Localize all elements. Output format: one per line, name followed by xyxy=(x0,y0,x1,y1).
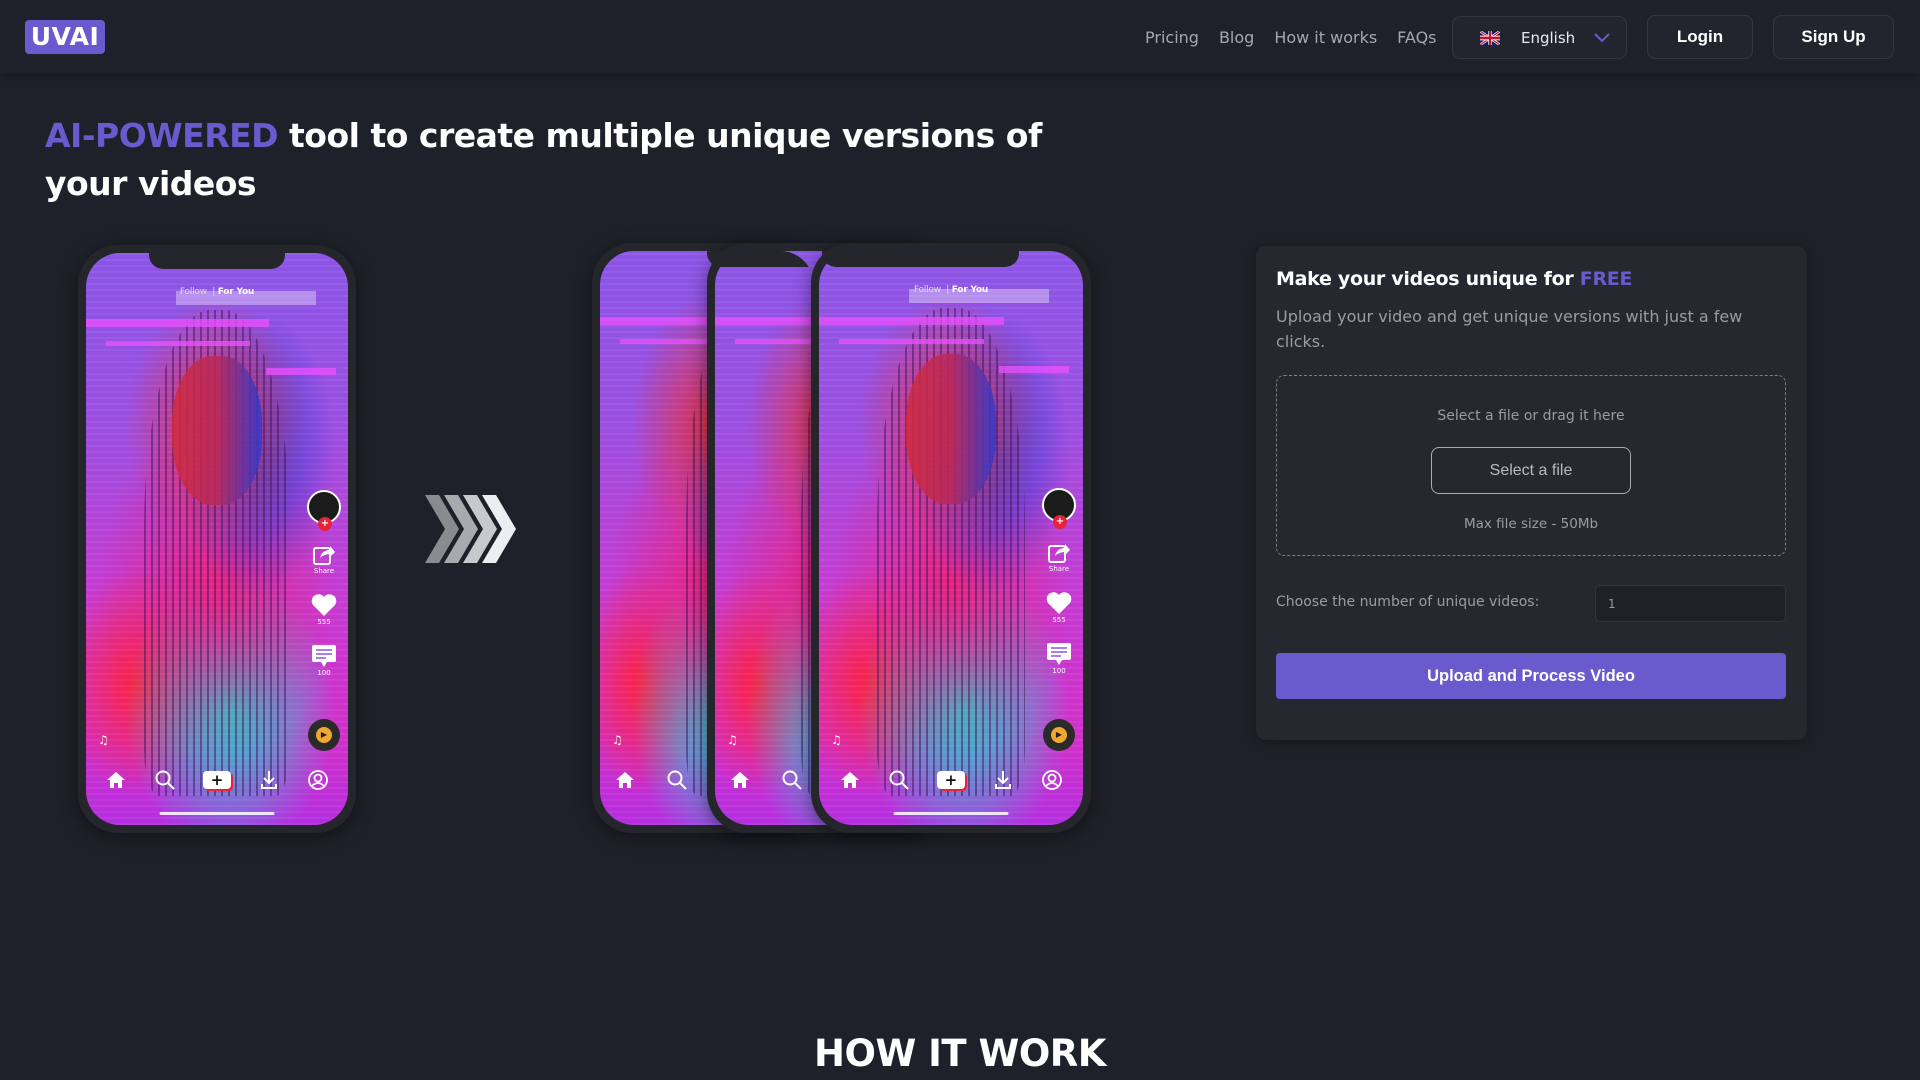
home-indicator xyxy=(893,812,1009,815)
profile-icon xyxy=(1042,770,1063,790)
nav-faqs[interactable]: FAQs xyxy=(1397,28,1436,47)
music-note-icon: ♫ xyxy=(612,733,623,747)
video-image-face xyxy=(172,355,262,505)
comment-icon xyxy=(1047,643,1071,665)
home-icon xyxy=(731,772,749,788)
hero-headline: AI-POWERED tool to create multiple uniqu… xyxy=(45,112,1045,208)
follow-plus-icon: + xyxy=(318,517,332,531)
video-preview: Follow | For You + Share 555 100 ♫ ▶ + xyxy=(86,253,348,825)
glitch-line xyxy=(999,366,1069,373)
tab-for-you: For You xyxy=(951,285,989,295)
nav-pricing[interactable]: Pricing xyxy=(1145,28,1199,47)
share-icon xyxy=(1048,544,1070,563)
video-image-face xyxy=(906,354,996,504)
side-actions: + Share 555 100 xyxy=(1041,488,1077,675)
chevron-down-icon xyxy=(1594,32,1610,42)
download-icon xyxy=(260,771,277,789)
search-icon xyxy=(155,770,175,790)
how-it-works-heading: HOW IT WORK xyxy=(814,1032,1106,1075)
comments-count: 100 xyxy=(317,669,331,677)
nav-blog[interactable]: Blog xyxy=(1219,28,1254,47)
card-title-accent: FREE xyxy=(1579,268,1633,290)
glitch-line xyxy=(86,319,270,327)
avatar: + xyxy=(307,490,341,531)
music-disc-icon: ▶ xyxy=(308,719,340,751)
share-label: Share xyxy=(1048,565,1070,573)
likes-count: 555 xyxy=(317,618,331,626)
side-actions: + Share 555 100 xyxy=(306,490,342,677)
create-plus-icon: + xyxy=(936,771,965,789)
upload-process-button[interactable]: Upload and Process Video xyxy=(1276,653,1786,699)
glitch-line xyxy=(839,339,985,344)
music-disc-icon: ▶ xyxy=(1043,719,1075,751)
logo[interactable]: UVAI xyxy=(25,20,105,54)
follow-plus-icon: + xyxy=(1053,515,1067,529)
file-dropzone[interactable]: Select a file or drag it here Select a f… xyxy=(1276,375,1786,556)
chevrons-right-icon xyxy=(425,495,516,563)
download-icon xyxy=(995,771,1012,789)
headline-accent: AI-POWERED xyxy=(45,116,279,155)
glitch-line xyxy=(106,341,251,346)
card-subtitle: Upload your video and get unique version… xyxy=(1276,307,1743,351)
avatar: + xyxy=(1042,488,1076,529)
tab-follow: Follow xyxy=(179,287,207,297)
profile-icon xyxy=(307,770,328,790)
feed-tabs: Follow | For You xyxy=(179,287,255,297)
nav-how-it-works[interactable]: How it works xyxy=(1274,28,1377,47)
create-plus-icon: + xyxy=(202,771,231,789)
phone-notch xyxy=(149,253,285,269)
share-label: Share xyxy=(313,567,335,575)
phone-notch xyxy=(883,251,1019,267)
card-title-text: Make your videos unique for xyxy=(1276,268,1580,290)
unique-version-phone-3: Follow | For You + Share 555 100 ♫ ▶ + xyxy=(811,243,1091,833)
phone-notch xyxy=(707,251,814,267)
max-file-size: Max file size - 50Mb xyxy=(1463,516,1599,532)
comment-icon xyxy=(312,645,336,667)
main-nav: Pricing Blog How it works FAQs xyxy=(1145,0,1457,74)
site-header: UVAI Pricing Blog How it works FAQs Engl… xyxy=(0,0,1920,74)
signup-button[interactable]: Sign Up xyxy=(1773,15,1894,59)
home-icon xyxy=(840,772,859,788)
music-note-icon: ♫ xyxy=(98,733,109,747)
language-selector[interactable]: English xyxy=(1452,16,1627,59)
music-note-icon: ♫ xyxy=(727,733,738,747)
phone-bottom-nav: + xyxy=(819,769,1083,791)
heart-icon xyxy=(1046,592,1072,614)
tab-for-you: For You xyxy=(217,287,255,297)
video-count-label: Choose the number of unique videos: xyxy=(1276,594,1540,610)
video-preview: Follow | For You + Share 555 100 ♫ ▶ + xyxy=(819,251,1083,825)
likes-count: 555 xyxy=(1052,616,1066,624)
uk-flag-icon xyxy=(1480,30,1500,45)
glitch-line xyxy=(819,317,1004,325)
video-count-input[interactable] xyxy=(1595,585,1786,622)
upload-card: Make your videos unique for FREE Upload … xyxy=(1256,246,1807,740)
share-icon xyxy=(313,546,335,565)
feed-tabs: Follow | For You xyxy=(913,285,989,295)
search-icon xyxy=(782,770,802,790)
glitch-line xyxy=(266,368,336,375)
select-file-button[interactable]: Select a file xyxy=(1431,447,1631,494)
home-indicator xyxy=(159,812,275,815)
dropzone-hint: Select a file or drag it here xyxy=(1437,408,1625,424)
search-icon xyxy=(889,770,909,790)
comments-count: 100 xyxy=(1052,667,1066,675)
search-icon xyxy=(667,770,687,790)
phone-bottom-nav: + xyxy=(86,769,348,791)
original-video-phone: Follow | For You + Share 555 100 ♫ ▶ + xyxy=(78,245,356,833)
language-label: English xyxy=(1521,28,1576,47)
card-title: Make your videos unique for FREE xyxy=(1276,268,1632,290)
login-button[interactable]: Login xyxy=(1647,15,1753,59)
heart-icon xyxy=(311,594,337,616)
home-icon xyxy=(616,772,634,788)
tab-follow: Follow xyxy=(913,285,941,295)
music-note-icon: ♫ xyxy=(831,733,842,747)
home-icon xyxy=(107,772,126,788)
